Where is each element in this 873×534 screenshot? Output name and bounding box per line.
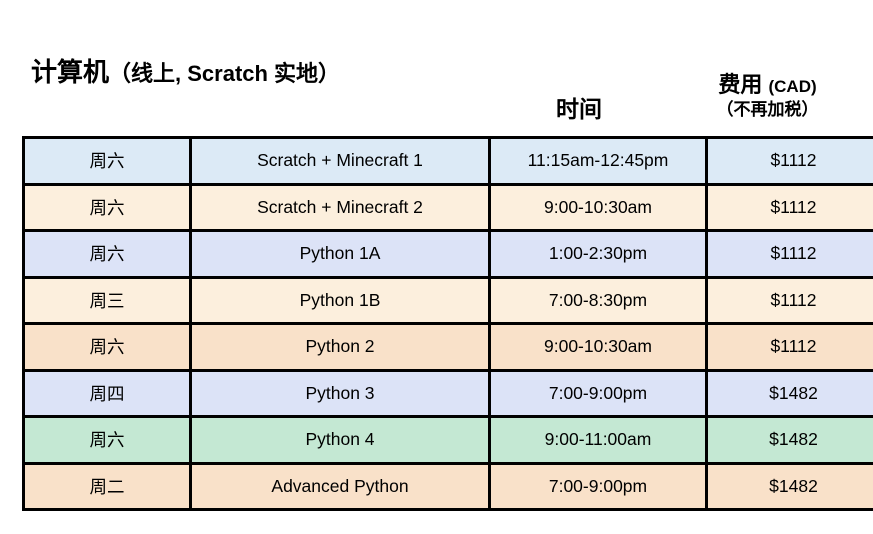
- cell-price: $1112: [705, 182, 873, 232]
- cell-time: 9:00-10:30am: [488, 322, 708, 372]
- cell-course: Advanced Python: [189, 461, 491, 511]
- course-schedule-table: 周六 Scratch + Minecraft 1 11:15am-12:45pm $1…: [22, 136, 873, 511]
- table-row: 周六 Python 4 9:00-11:00am $1482: [22, 415, 873, 465]
- cell-time: 1:00-2:30pm: [488, 229, 708, 279]
- cell-course: Python 1B: [189, 275, 491, 325]
- page-title-main: 计算机: [31, 57, 110, 87]
- column-header-time: 时间: [556, 96, 602, 122]
- cell-day: 周六: [22, 182, 192, 232]
- cell-course: Python 3: [189, 368, 491, 418]
- cell-day: 周三: [22, 275, 192, 325]
- cell-time: 9:00-10:30am: [488, 182, 708, 232]
- table-row: 周二 Advanced Python 7:00-9:00pm $1482: [22, 461, 873, 511]
- table-row: 周三 Python 1B 7:00-8:30pm $1112: [22, 275, 873, 325]
- cell-day: 周六: [22, 322, 192, 372]
- cell-price: $1112: [705, 275, 873, 325]
- cell-price: $1112: [705, 136, 873, 186]
- column-header-fee-label: 费用: [718, 72, 763, 97]
- cell-time: 7:00-9:00pm: [488, 461, 708, 511]
- cell-course: Python 1A: [189, 229, 491, 279]
- cell-course: Scratch + Minecraft 2: [189, 182, 491, 232]
- cell-day: 周六: [22, 229, 192, 279]
- column-header-fee-note: （不再加税）: [716, 99, 819, 119]
- column-header-fee-main: 费用 (CAD): [684, 71, 851, 99]
- table-row: 周六 Scratch + Minecraft 1 11:15am-12:45pm $1…: [22, 136, 873, 186]
- table-row: 周四 Python 3 7:00-9:00pm $1482: [22, 368, 873, 418]
- cell-day: 周二: [22, 461, 192, 511]
- cell-time: 7:00-9:00pm: [488, 368, 708, 418]
- table-row: 周六 Scratch + Minecraft 2 9:00-10:30am $1112: [22, 182, 873, 232]
- cell-course: Scratch + Minecraft 1: [189, 136, 491, 186]
- cell-time: 11:15am-12:45pm: [488, 136, 708, 186]
- page-title-subtitle: （线上, Scratch 实地）: [109, 61, 341, 86]
- cell-price: $1112: [705, 322, 873, 372]
- cell-price: $1482: [705, 415, 873, 465]
- table-row: 周六 Python 1A 1:00-2:30pm $1112: [22, 229, 873, 279]
- column-header-fee-currency: (CAD): [768, 77, 817, 96]
- cell-course: Python 2: [189, 322, 491, 372]
- column-header-fee: 费用 (CAD) （不再加税）: [684, 71, 851, 120]
- table-body: 周六 Scratch + Minecraft 1 11:15am-12:45pm $1…: [22, 136, 873, 511]
- cell-day: 周六: [22, 415, 192, 465]
- cell-price: $1112: [705, 229, 873, 279]
- page-title: 计算机（线上, Scratch 实地）: [31, 57, 341, 88]
- cell-course: Python 4: [189, 415, 491, 465]
- cell-time: 7:00-8:30pm: [488, 275, 708, 325]
- cell-price: $1482: [705, 461, 873, 511]
- cell-time: 9:00-11:00am: [488, 415, 708, 465]
- table-row: 周六 Python 2 9:00-10:30am $1112: [22, 322, 873, 372]
- cell-day: 周四: [22, 368, 192, 418]
- cell-price: $1482: [705, 368, 873, 418]
- cell-day: 周六: [22, 136, 192, 186]
